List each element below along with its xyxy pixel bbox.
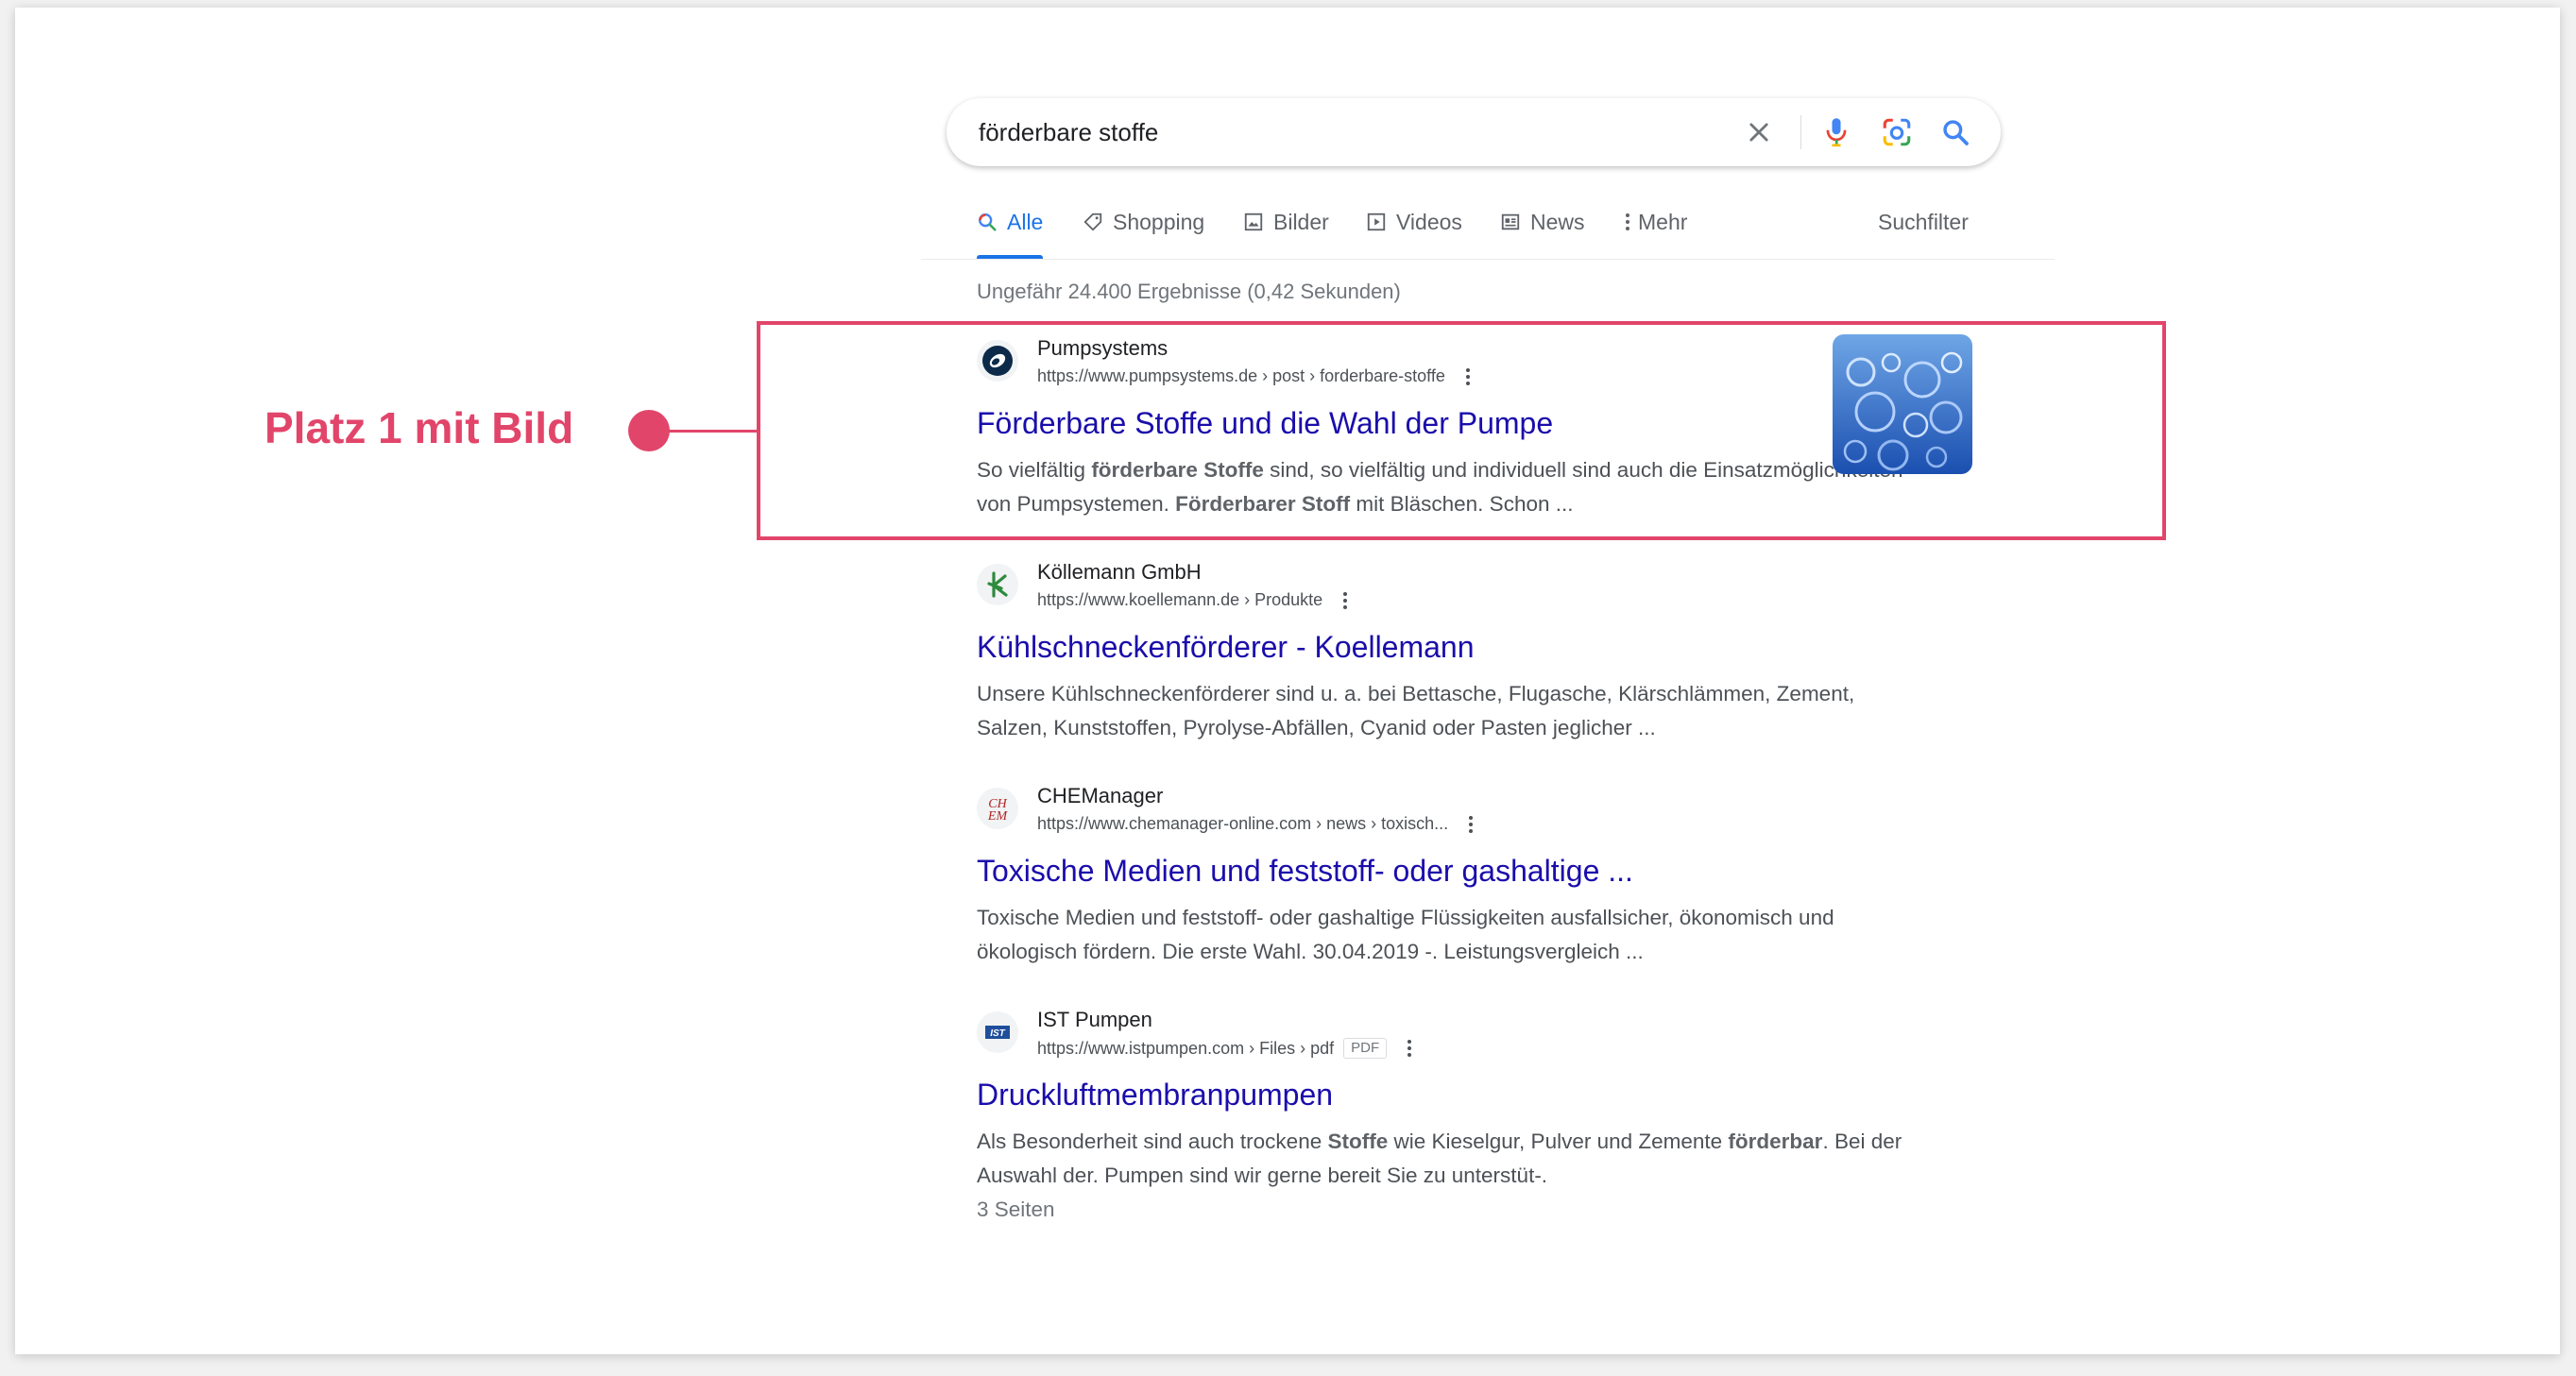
result-url-text[interactable]: https://www.koellemann.de › Produkte	[1037, 590, 1322, 610]
tab-news[interactable]: News	[1500, 210, 1585, 259]
tab-label: News	[1530, 210, 1585, 234]
tab-shopping[interactable]: Shopping	[1083, 210, 1204, 259]
result-snippet: Als Besonderheit sind auch trockene Stof…	[977, 1125, 1921, 1227]
chemanager-logo-icon: CH EM	[977, 788, 1018, 829]
microphone-icon[interactable]	[1819, 115, 1853, 149]
more-options-icon[interactable]	[1407, 1040, 1412, 1057]
koellemann-logo-icon	[977, 564, 1018, 605]
tab-mehr[interactable]: Mehr	[1623, 210, 1687, 259]
annotation-connector-line	[661, 430, 759, 433]
tab-alle[interactable]: Alle	[977, 210, 1044, 259]
more-vertical-icon	[1623, 212, 1632, 232]
tab-label: Mehr	[1638, 210, 1688, 234]
more-options-icon[interactable]	[1343, 591, 1348, 609]
image-icon	[1243, 212, 1264, 232]
ist-pumpen-logo-icon: IST	[977, 1011, 1018, 1053]
result-title-link[interactable]: Druckluftmembranpumpen	[977, 1078, 1333, 1113]
more-options-icon[interactable]	[1469, 815, 1474, 833]
pdf-badge: PDF	[1343, 1038, 1388, 1059]
search-box[interactable]: förderbare stoffe	[947, 98, 2001, 166]
search-input[interactable]: förderbare stoffe	[979, 98, 1158, 166]
tab-label: Videos	[1396, 210, 1462, 234]
annotation-dot	[628, 410, 670, 451]
tab-label: Bilder	[1273, 210, 1329, 234]
search-icon[interactable]	[1938, 115, 1972, 149]
svg-text:IST: IST	[990, 1028, 1005, 1039]
result-stats: Ungefähr 24.400 Ergebnisse (0,42 Sekunde…	[977, 280, 1401, 303]
search-divider	[1800, 115, 1801, 149]
svg-text:EM: EM	[987, 809, 1009, 824]
result-url[interactable]: https://www.istpumpen.com › Files › pdf …	[1037, 1038, 1412, 1059]
newspaper-icon	[1500, 212, 1521, 232]
result-snippet-text: Als Besonderheit sind auch trockene Stof…	[977, 1130, 1902, 1187]
result-url[interactable]: https://www.chemanager-online.com › news…	[1037, 814, 1474, 834]
result-snippet: Unsere Kühlschneckenförderer sind u. a. …	[977, 682, 1855, 739]
tab-label: Alle	[1007, 210, 1044, 234]
tab-label: Shopping	[1113, 210, 1205, 234]
annotation-label: Platz 1 mit Bild	[264, 403, 574, 452]
close-icon[interactable]	[1742, 115, 1776, 149]
result-site-name: IST Pumpen	[1037, 1008, 1152, 1031]
tag-icon	[1083, 212, 1103, 232]
result-url[interactable]: https://www.koellemann.de › Produkte	[1037, 590, 1348, 610]
result-url-text[interactable]: https://www.chemanager-online.com › news…	[1037, 814, 1448, 834]
tabs-divider	[921, 259, 2055, 260]
result-url-text[interactable]: https://www.istpumpen.com › Files › pdf	[1037, 1039, 1334, 1059]
tab-bilder[interactable]: Bilder	[1243, 210, 1329, 259]
play-icon	[1366, 212, 1387, 232]
camera-lens-icon[interactable]	[1880, 115, 1914, 149]
search-filter-button[interactable]: Suchfilter	[1878, 210, 1969, 235]
result-snippet: Toxische Medien und feststoff- oder gash…	[977, 906, 1834, 963]
result-site-name: Köllemann GmbH	[1037, 560, 1202, 584]
result-site-name: CHEManager	[1037, 784, 1164, 807]
result-sitelink-count[interactable]: 3 Seiten	[977, 1198, 1055, 1221]
result-title-link[interactable]: Kühlschneckenförderer - Koellemann	[977, 630, 1475, 665]
highlight-box	[757, 321, 2166, 540]
result-title-link[interactable]: Toxische Medien und feststoff- oder gash…	[977, 854, 1633, 889]
tab-videos[interactable]: Videos	[1366, 210, 1462, 259]
search-icon	[977, 212, 998, 232]
